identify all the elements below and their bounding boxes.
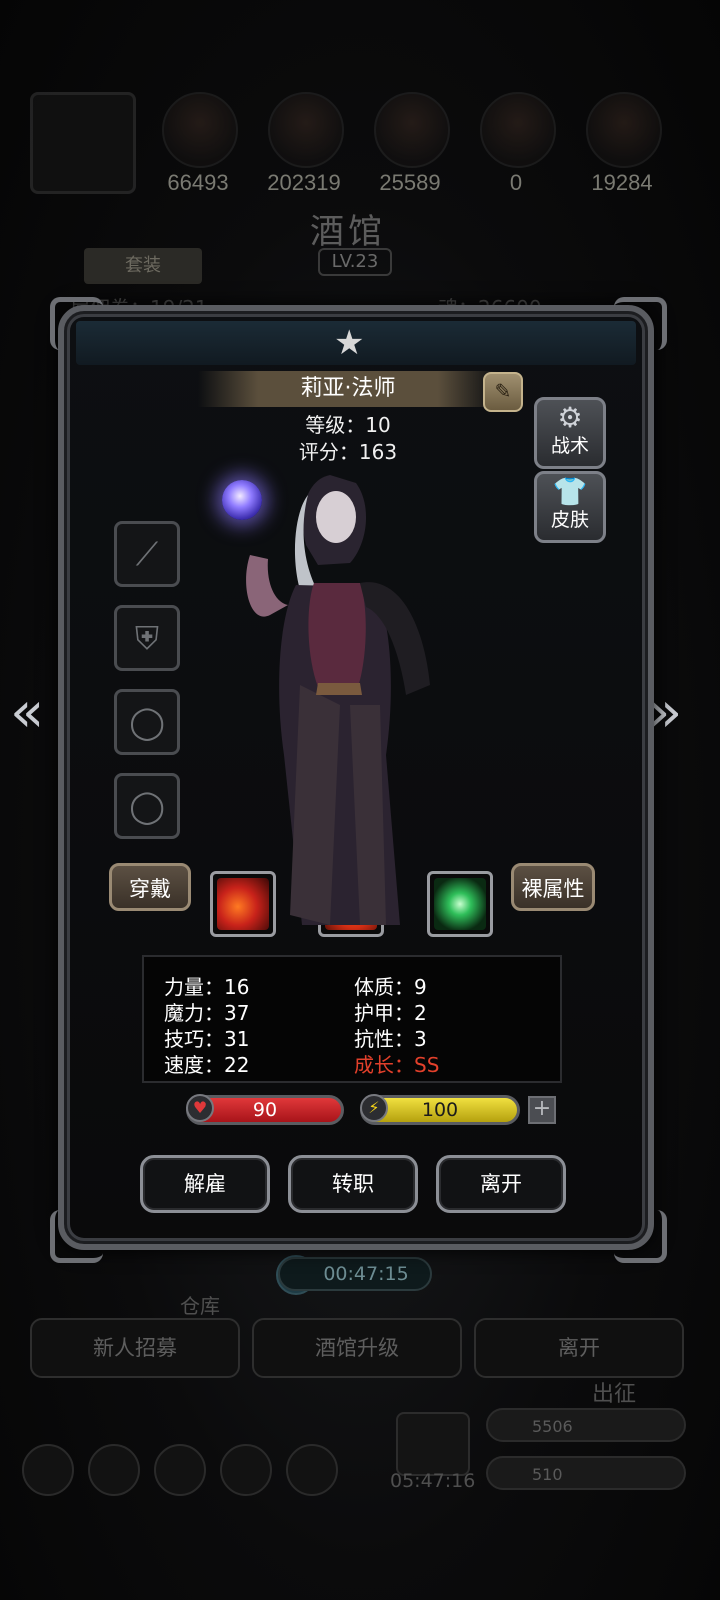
menu-icon[interactable] [22, 1444, 74, 1496]
tactics-button[interactable]: ⚙ 战术 [534, 397, 606, 469]
recruit-button[interactable]: 新人招募 [30, 1318, 240, 1378]
warehouse-label[interactable]: 仓库 [180, 1290, 220, 1319]
pencil-icon: ✎ [494, 379, 512, 403]
resource-value: 202319 [267, 170, 341, 195]
gift-timer: 05:47:16 [390, 1470, 476, 1492]
countdown-timer: 00:47:15 [278, 1257, 432, 1291]
change-class-button[interactable]: 转职 [288, 1155, 418, 1213]
resistance-stat: 抗性：3 [354, 1027, 427, 1051]
armor-slot[interactable]: ⛨ [114, 605, 180, 671]
resource-icon-stone [374, 92, 450, 168]
player-avatar [30, 92, 136, 194]
frame-corner-ornament [614, 1210, 667, 1263]
resource-value: 25589 [379, 170, 441, 195]
resource-icon-bread [268, 92, 344, 168]
weapon-slot[interactable]: ⟋ [114, 521, 180, 587]
lightning-icon: ⚡ [360, 1094, 388, 1122]
resource-value: 0 [509, 170, 523, 195]
dismiss-button[interactable]: 解雇 [140, 1155, 270, 1213]
set-tab[interactable]: 套装 [84, 248, 202, 284]
edit-name-button[interactable]: ✎ [483, 372, 523, 412]
strength-stat: 力量：16 [164, 975, 250, 999]
menu-icon[interactable] [88, 1444, 140, 1496]
tavern-title: 酒馆 [310, 212, 386, 252]
magic-stat: 魔力：37 [164, 1001, 250, 1025]
bare-stats-button[interactable]: 裸属性 [511, 863, 595, 911]
hero-name: 莉亚·法师 [198, 371, 498, 407]
ring-slot-1[interactable]: ◯ [114, 689, 180, 755]
expedition-label[interactable]: 出征 [592, 1376, 636, 1408]
skin-label: 皮肤 [550, 509, 589, 531]
frame-corner-ornament [50, 297, 103, 350]
add-energy-button[interactable]: + [528, 1096, 556, 1124]
skin-button[interactable]: 👕 皮肤 [534, 471, 606, 543]
gold-bar: 5506 [486, 1408, 686, 1442]
frame-corner-ornament [614, 297, 667, 350]
star-icon: ★ [334, 323, 365, 363]
attribute-panel: 力量：16 魔力：37 技巧：31 速度：22 体质：9 护甲：2 抗性：3 成… [142, 955, 562, 1083]
hero-level: 等级：10 [305, 413, 391, 437]
tactics-label: 战术 [550, 435, 589, 457]
growth-stat: 成长：SS [354, 1053, 440, 1077]
ring-icon: ◯ [129, 703, 165, 741]
gem-bar: 510 [486, 1456, 686, 1490]
armor-stat: 护甲：2 [354, 1001, 427, 1025]
hero-portrait [246, 475, 430, 925]
resource-icon-meat [162, 92, 238, 168]
menu-icon[interactable] [154, 1444, 206, 1496]
skill-stat: 技巧：31 [164, 1027, 250, 1051]
menu-icon[interactable] [286, 1444, 338, 1496]
shirt-icon: 👕 [552, 475, 588, 508]
resource-icon-crystal [480, 92, 556, 168]
tavern-leave-button[interactable]: 离开 [474, 1318, 684, 1378]
gear-icon: ⚙ [557, 401, 583, 434]
frame-corner-ornament [50, 1210, 103, 1263]
menu-icon[interactable] [220, 1444, 272, 1496]
gift-box-icon[interactable] [396, 1412, 470, 1476]
speed-stat: 速度：22 [164, 1053, 250, 1077]
staff-icon: ⟋ [135, 534, 159, 573]
magic-orb-icon [222, 480, 262, 520]
prev-hero-arrow-icon[interactable]: « [10, 680, 44, 745]
heart-icon: ♥ [186, 1094, 214, 1122]
constitution-stat: 体质：9 [354, 975, 427, 999]
tavern-upgrade-button[interactable]: 酒馆升级 [252, 1318, 462, 1378]
leave-button[interactable]: 离开 [436, 1155, 566, 1213]
ring-icon: ◯ [129, 787, 165, 825]
wear-button[interactable]: 穿戴 [109, 863, 191, 911]
resource-value: 66493 [167, 170, 229, 195]
resource-value: 19284 [591, 170, 653, 195]
tavern-level: LV.23 [318, 248, 392, 276]
armor-icon: ⛨ [134, 618, 159, 657]
resource-icon-ore [586, 92, 662, 168]
ring-slot-2[interactable]: ◯ [114, 773, 180, 839]
